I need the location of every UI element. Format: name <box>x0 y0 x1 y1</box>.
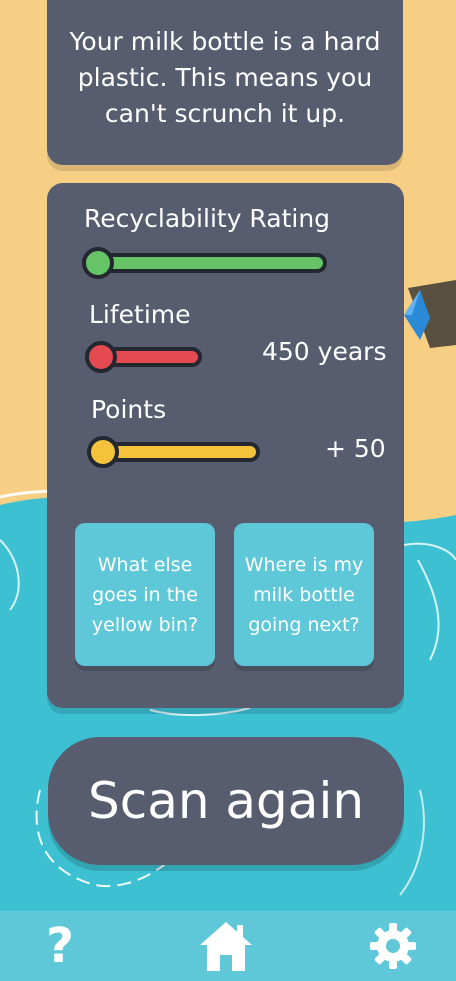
scan-again-label: Scan again <box>87 772 365 830</box>
home-button[interactable] <box>181 911 271 981</box>
info-text: Your milk bottle is a hard plastic. This… <box>69 27 381 128</box>
recyclability-knob <box>82 247 114 279</box>
bottom-nav-bar: ? <box>0 911 456 981</box>
recyclability-track <box>82 253 327 273</box>
stats-card: Recyclability Rating Lifetime 450 years … <box>47 183 404 708</box>
settings-button[interactable] <box>348 911 438 981</box>
points-label: Points <box>91 395 167 424</box>
help-button[interactable]: ? <box>15 911 105 981</box>
yellow-bin-button-label: What else goes in the yellow bin? <box>91 553 199 636</box>
scan-again-button[interactable]: Scan again <box>48 737 404 865</box>
question-mark-icon: ? <box>46 918 74 974</box>
info-card: Your milk bottle is a hard plastic. This… <box>47 0 403 165</box>
where-next-button[interactable]: Where is my milk bottle going next? <box>234 523 374 666</box>
gear-icon <box>370 923 416 969</box>
where-next-button-label: Where is my milk bottle going next? <box>244 553 364 636</box>
lifetime-value: 450 years <box>262 337 387 366</box>
yellow-bin-button[interactable]: What else goes in the yellow bin? <box>75 523 215 666</box>
home-icon <box>200 922 252 971</box>
lifetime-knob <box>85 341 117 373</box>
points-value: + 50 <box>325 434 386 463</box>
recyclability-label: Recyclability Rating <box>84 204 331 233</box>
lifetime-label: Lifetime <box>89 300 191 329</box>
points-knob <box>87 436 119 468</box>
